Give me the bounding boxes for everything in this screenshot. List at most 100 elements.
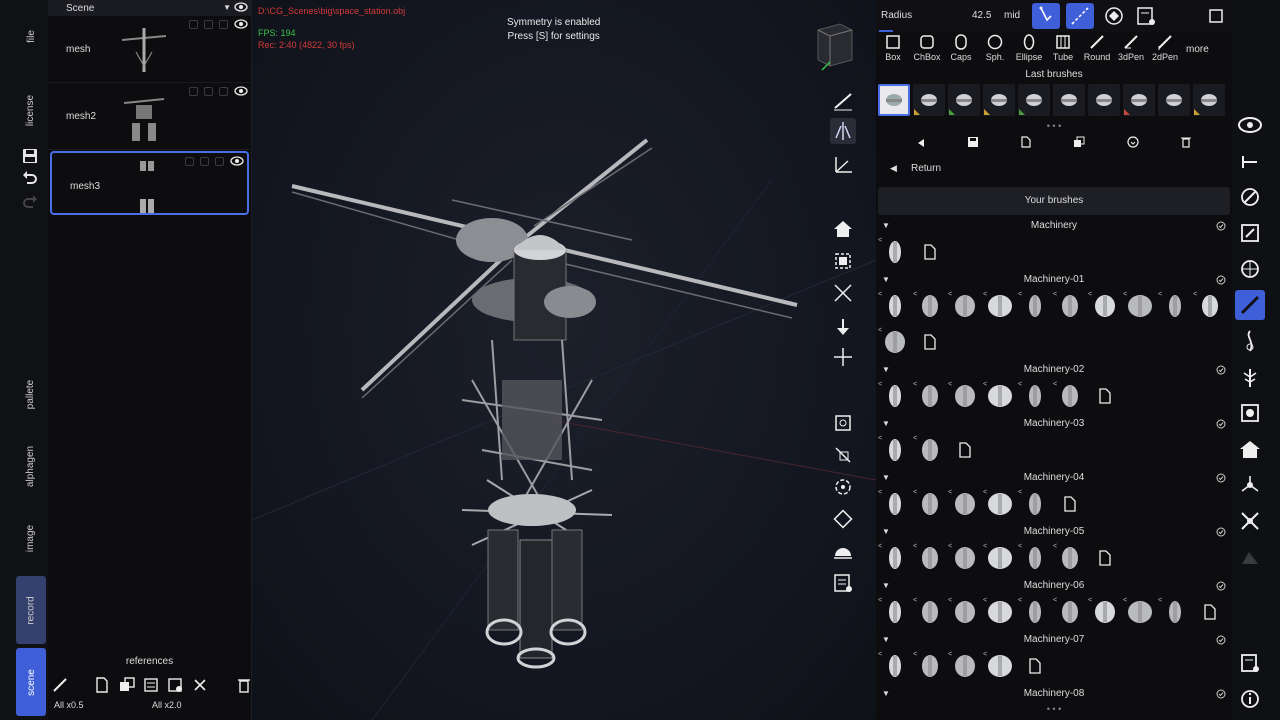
radius-label[interactable]: Radius (881, 10, 912, 21)
brush-thumb[interactable]: < (983, 595, 1016, 629)
tab-scene[interactable]: scene (16, 648, 46, 716)
brush-thumb[interactable]: < (913, 289, 946, 323)
tab-image[interactable]: image (16, 516, 46, 560)
solo-icon[interactable] (219, 86, 228, 96)
focus-target-icon[interactable] (830, 410, 856, 436)
brush-alpha-icon[interactable] (1100, 3, 1128, 29)
last-brush-thumb[interactable] (948, 84, 980, 116)
brush-thumb[interactable]: < (1158, 289, 1191, 323)
duplicate-icon[interactable] (1073, 135, 1085, 153)
visibility-eye-icon[interactable] (230, 156, 244, 166)
mesh-row[interactable]: mesh (48, 16, 251, 83)
brush-thumb[interactable]: < (878, 541, 911, 575)
visibility-eye-icon[interactable] (234, 2, 248, 15)
brush-thumb[interactable]: < (913, 487, 946, 521)
new-file-icon[interactable] (1053, 487, 1086, 521)
pan-arrows-icon[interactable] (830, 344, 856, 370)
help-info-icon[interactable] (1235, 684, 1265, 714)
brush-thumb[interactable]: < (983, 487, 1016, 521)
brush-thumb[interactable]: < (1053, 289, 1086, 323)
visibility-eye-icon[interactable] (234, 19, 248, 29)
settings-list-icon[interactable] (167, 676, 183, 694)
new-file-icon[interactable] (1018, 649, 1051, 683)
last-brush-thumb[interactable] (1123, 84, 1155, 116)
lock-icon[interactable] (189, 86, 198, 96)
check-circle-icon[interactable] (1216, 365, 1226, 380)
duplicate-icon[interactable] (119, 676, 135, 694)
last-brush-thumb[interactable] (1158, 84, 1190, 116)
brush-section-header[interactable]: ▼ Machinery-01 (876, 273, 1232, 287)
brush-thumb[interactable]: < (1088, 289, 1121, 323)
your-brushes-header[interactable]: Your brushes (878, 187, 1230, 215)
new-file-icon[interactable] (913, 235, 946, 269)
brush-thumb[interactable]: < (878, 289, 911, 323)
settings-list-icon[interactable] (1235, 648, 1265, 678)
lock-icon[interactable] (189, 19, 198, 29)
transform-gizmo-icon[interactable] (830, 506, 856, 532)
brush-thumb[interactable]: < (948, 595, 981, 629)
last-brush-thumb[interactable] (1193, 84, 1225, 116)
redo-icon[interactable] (20, 192, 40, 212)
sculpt-figure-icon[interactable] (1235, 326, 1265, 356)
lock-icon[interactable] (185, 156, 194, 166)
brush-thumb[interactable]: < (878, 235, 911, 269)
brush-thumb[interactable]: < (1018, 541, 1051, 575)
more-shapes-button[interactable]: more (1186, 44, 1209, 55)
brush-thumb[interactable]: < (948, 487, 981, 521)
chevron-down-icon[interactable]: ▼ (882, 363, 890, 377)
brush-thumb[interactable]: < (1193, 289, 1226, 323)
move-down-icon[interactable] (830, 314, 856, 340)
tab-alphagen[interactable]: alphagen (16, 440, 46, 492)
brush-thumb[interactable]: < (878, 595, 911, 629)
brush-tool-icon[interactable] (1235, 290, 1265, 320)
last-brush-thumb-selected[interactable] (878, 84, 910, 116)
check-circle-icon[interactable] (1216, 527, 1226, 542)
close-icon[interactable] (191, 676, 207, 694)
tab-pallete[interactable]: pallete (16, 372, 46, 416)
check-circle-icon[interactable] (1216, 473, 1226, 488)
brush-thumb[interactable]: < (983, 649, 1016, 683)
check-circle-icon[interactable] (1216, 689, 1226, 699)
check-circle-icon[interactable] (1216, 419, 1226, 434)
chevron-down-icon[interactable]: ▼ (882, 687, 890, 699)
brush-section-header[interactable]: ▼ Machinery-03 (876, 417, 1232, 431)
brush-thumb[interactable]: < (878, 487, 911, 521)
transform-icon[interactable] (1235, 146, 1265, 176)
mesh-row[interactable]: mesh2 (48, 83, 251, 150)
symmetry-icon[interactable] (830, 118, 856, 144)
chevron-down-icon[interactable]: ▼ (882, 219, 890, 233)
check-circle-icon[interactable] (1216, 275, 1226, 290)
brush-thumb[interactable]: < (1018, 379, 1051, 413)
new-file-icon[interactable] (1193, 595, 1226, 629)
check-circle-icon[interactable] (1216, 635, 1226, 650)
new-file-icon[interactable] (94, 676, 110, 694)
chevron-down-icon[interactable]: ▼ (882, 579, 890, 593)
axis-gizmo-icon[interactable] (830, 152, 856, 178)
brush-thumb[interactable]: < (913, 595, 946, 629)
last-brush-thumb[interactable] (1018, 84, 1050, 116)
new-file-icon[interactable] (948, 433, 981, 467)
shape-caps[interactable]: Caps (944, 34, 978, 66)
disabled-tool-icon[interactable] (1235, 542, 1265, 572)
scene-header[interactable]: Scene ▼ (48, 0, 251, 16)
brush-section-header[interactable]: ▼ Machinery-08 (876, 687, 1232, 699)
brush-thumb[interactable]: < (1158, 595, 1191, 629)
network-nodes-icon[interactable] (1235, 470, 1265, 500)
shape-chbox[interactable]: ChBox (910, 34, 944, 66)
home-icon[interactable] (830, 216, 856, 242)
new-file-icon[interactable] (1088, 541, 1121, 575)
brush-thumb[interactable]: < (913, 649, 946, 683)
trash-icon[interactable] (1181, 135, 1191, 153)
chevron-down-icon[interactable]: ▼ (882, 633, 890, 647)
chevron-down-icon[interactable]: ▼ (882, 471, 890, 485)
brush-section-header[interactable]: ▼ Machinery-06 (876, 579, 1232, 593)
tab-record[interactable]: record (16, 576, 46, 644)
brush-thumb[interactable]: < (948, 541, 981, 575)
brush-thumb[interactable]: < (878, 325, 911, 359)
shape-sphere[interactable]: Sph. (978, 34, 1012, 66)
new-file-icon[interactable] (913, 325, 946, 359)
brush-thumb[interactable]: < (1053, 541, 1086, 575)
trash-icon[interactable] (236, 676, 252, 694)
shape-ellipse[interactable]: Ellipse (1012, 34, 1046, 66)
radius-mode[interactable]: mid (1004, 10, 1020, 21)
